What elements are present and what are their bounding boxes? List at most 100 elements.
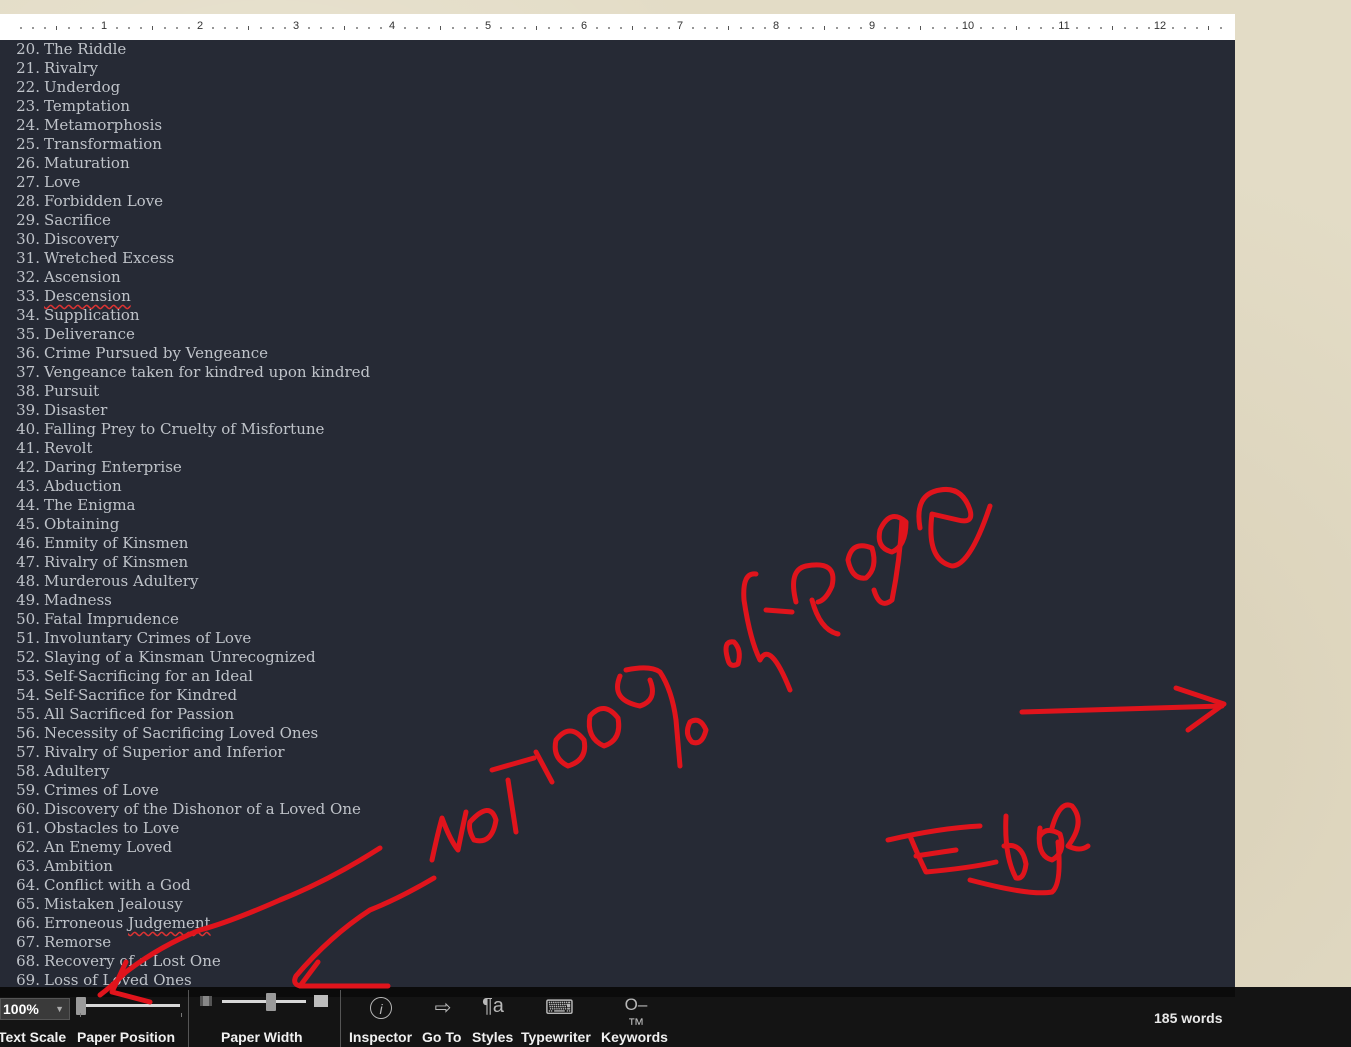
list-item-number: 37. <box>16 363 40 381</box>
list-item[interactable]: 51. Involuntary Crimes of Love <box>0 629 251 648</box>
list-item[interactable]: 47. Rivalry of Kinsmen <box>0 553 188 572</box>
list-item[interactable]: 60. Discovery of the Dishonor of a Loved … <box>0 800 361 819</box>
list-item[interactable]: 20. The Riddle <box>0 40 126 59</box>
spelling-error[interactable]: Judgement <box>128 914 211 932</box>
list-item[interactable]: 48. Murderous Adultery <box>0 572 198 591</box>
list-item[interactable]: 23. Temptation <box>0 97 130 116</box>
list-item[interactable]: 54. Self-Sacrifice for Kindred <box>0 686 237 705</box>
list-item[interactable]: 61. Obstacles to Love <box>0 819 179 838</box>
styles-icon[interactable]: ¶a <box>478 995 508 1018</box>
list-item-title: Discovery of the Dishonor of a Loved One <box>44 800 361 818</box>
list-item-number: 52. <box>16 648 40 666</box>
list-item[interactable]: 55. All Sacrificed for Passion <box>0 705 234 724</box>
list-item-number: 45. <box>16 515 40 533</box>
list-item[interactable]: 49. Madness <box>0 591 112 610</box>
list-item[interactable]: 30. Discovery <box>0 230 119 249</box>
list-item[interactable]: 52. Slaying of a Kinsman Unrecognized <box>0 648 315 667</box>
ruler-tick <box>668 27 670 29</box>
ruler-tick <box>164 27 166 29</box>
list-item[interactable]: 36. Crime Pursued by Vengeance <box>0 344 268 363</box>
info-icon[interactable]: i <box>370 997 392 1019</box>
list-item[interactable]: 39. Disaster <box>0 401 107 420</box>
list-item[interactable]: 44. The Enigma <box>0 496 135 515</box>
list-item[interactable]: 37. Vengeance taken for kindred upon kind… <box>0 363 370 382</box>
text-scale-select[interactable]: 100% ▼ <box>0 998 70 1020</box>
list-item[interactable]: 21. Rivalry <box>0 59 98 78</box>
ruler-tick <box>332 27 334 29</box>
ruler-number: 3 <box>292 20 300 32</box>
list-item[interactable]: 22. Underdog <box>0 78 120 97</box>
ruler-tick <box>500 27 502 29</box>
list-item[interactable]: 46. Enmity of Kinsmen <box>0 534 188 553</box>
list-item[interactable]: 33. Descension <box>0 287 131 306</box>
paper-width-slider[interactable] <box>198 993 332 1019</box>
list-item-title: Disaster <box>44 401 108 419</box>
inspector-button[interactable]: Inspector <box>349 1029 412 1045</box>
ruler-tick <box>512 27 514 29</box>
typewriter-button[interactable]: Typewriter <box>521 1029 591 1045</box>
keywords-button[interactable]: Keywords <box>601 1029 668 1045</box>
ruler-tick <box>56 26 57 30</box>
list-item-title: Vengeance taken for kindred upon kindred <box>44 363 371 381</box>
ruler-tick <box>116 27 118 29</box>
list-item[interactable]: 68. Recovery of a Lost One <box>0 952 221 971</box>
list-item[interactable]: 58. Adultery <box>0 762 109 781</box>
list-item[interactable]: 45. Obtaining <box>0 515 119 534</box>
ruler-tick <box>848 27 850 29</box>
list-item[interactable]: 50. Fatal Imprudence <box>0 610 179 629</box>
list-item[interactable]: 25. Transformation <box>0 135 162 154</box>
list-item-title: Conflict with a God <box>44 876 191 894</box>
ruler-tick <box>788 27 790 29</box>
paper-width-thumb[interactable] <box>266 993 276 1011</box>
footer-toolbar: 100% ▼ i ⇨ ¶a ⌨ O‒™ Text Scale Paper Pos… <box>0 987 1351 1047</box>
list-item[interactable]: 24. Metamorphosis <box>0 116 162 135</box>
ruler-tick <box>572 27 574 29</box>
paper-position-slider[interactable] <box>76 997 182 1023</box>
list-item[interactable]: 26. Maturation <box>0 154 129 173</box>
ruler-tick <box>548 27 550 29</box>
go-to-button[interactable]: Go To <box>422 1029 461 1045</box>
list-item-number: 30. <box>16 230 40 248</box>
ruler-tick <box>308 27 310 29</box>
ruler-tick <box>188 27 190 29</box>
list-item[interactable]: 65. Mistaken Jealousy <box>0 895 183 914</box>
styles-button[interactable]: Styles <box>472 1029 513 1045</box>
ruler-tick <box>152 26 153 30</box>
typewriter-icon[interactable]: ⌨ <box>545 995 574 1020</box>
list-item[interactable]: 57. Rivalry of Superior and Inferior <box>0 743 284 762</box>
list-item[interactable]: 67. Remorse <box>0 933 111 952</box>
list-item[interactable]: 29. Sacrifice <box>0 211 111 230</box>
ruler-tick <box>524 27 526 29</box>
ruler-tick <box>476 27 478 29</box>
ruler-tick <box>1184 27 1186 29</box>
list-item[interactable]: 31. Wretched Excess <box>0 249 174 268</box>
list-item[interactable]: 62. An Enemy Loved <box>0 838 172 857</box>
list-item[interactable]: 27. Love <box>0 173 80 192</box>
list-item[interactable]: 59. Crimes of Love <box>0 781 159 800</box>
list-item-number: 22. <box>16 78 40 96</box>
list-item-title: Self-Sacrifice for Kindred <box>44 686 238 704</box>
list-item[interactable]: 42. Daring Enterprise <box>0 458 182 477</box>
list-item[interactable]: 38. Pursuit <box>0 382 99 401</box>
editor-area[interactable]: 20. The Riddle 21. Rivalry 22. Underdog 23. Tem… <box>0 40 1235 987</box>
ruler-tick <box>752 27 754 29</box>
list-item-title: Ascension <box>44 268 121 286</box>
list-item-number: 40. <box>16 420 40 438</box>
goto-icon[interactable]: ⇨ <box>432 995 454 1020</box>
list-item[interactable]: 28. Forbidden Love <box>0 192 163 211</box>
list-item[interactable]: 40. Falling Prey to Cruelty of Misfortune <box>0 420 324 439</box>
list-item[interactable]: 34. Supplication <box>0 306 139 325</box>
list-item[interactable]: 63. Ambition <box>0 857 113 876</box>
list-item[interactable]: 64. Conflict with a God <box>0 876 191 895</box>
list-item[interactable]: 66. Erroneous Judgement <box>0 914 211 933</box>
list-item[interactable]: 41. Revolt <box>0 439 92 458</box>
list-item[interactable]: 32. Ascension <box>0 268 121 287</box>
list-item[interactable]: 53. Self-Sacrificing for an Ideal <box>0 667 253 686</box>
ruler-tick <box>956 27 958 29</box>
list-item-title: Falling Prey to Cruelty of Misfortune <box>44 420 325 438</box>
list-item[interactable]: 69. Loss of Loved Ones <box>0 971 192 987</box>
list-item[interactable]: 35. Deliverance <box>0 325 135 344</box>
horizontal-ruler[interactable]: 1 2 3 4 5 6 7 8 9 10 11 12 <box>0 14 1235 41</box>
list-item[interactable]: 43. Abduction <box>0 477 121 496</box>
list-item[interactable]: 56. Necessity of Sacrificing Loved Ones <box>0 724 318 743</box>
